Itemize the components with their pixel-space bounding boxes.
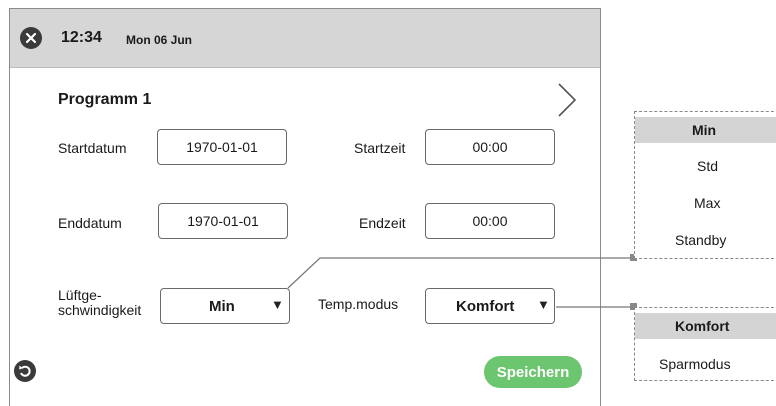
fan-speed-option[interactable]: Standby [635,227,776,253]
fan-speed-option[interactable]: Min [635,117,776,143]
temp-mode-option[interactable]: Sparmodus [635,351,776,377]
temp-mode-dropdown: Komfort Sparmodus [634,307,776,381]
fan-speed-option[interactable]: Std [635,153,776,179]
fan-speed-option[interactable]: Max [635,190,776,216]
temp-mode-option[interactable]: Komfort [635,313,776,339]
fan-speed-dropdown: Min Std Max Standby [634,111,776,259]
